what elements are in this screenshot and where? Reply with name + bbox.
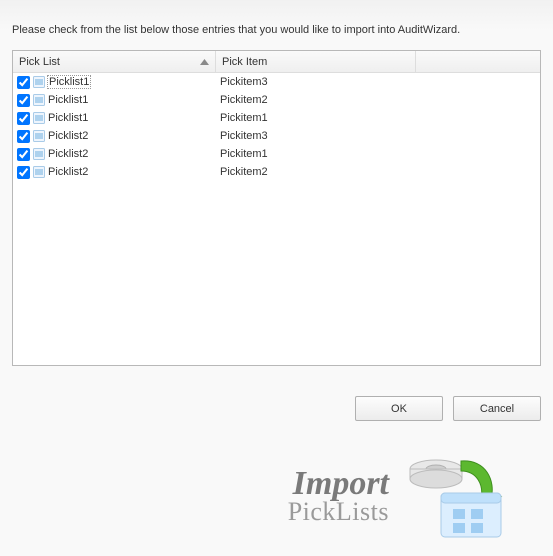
ok-button[interactable]: OK [355,396,443,421]
cell-pickitem: Pickitem2 [216,94,416,106]
picklist-grid: Pick List Pick Item Picklist1Pickitem3Pi… [12,50,541,366]
cancel-button[interactable]: Cancel [453,396,541,421]
row-checkbox[interactable] [17,94,30,107]
picklist-label: Picklist1 [48,94,88,106]
cell-pickitem: Pickitem3 [216,130,416,142]
table-row[interactable]: Picklist1 Pickitem3 [13,73,540,91]
cell-picklist: Picklist2 [17,166,216,179]
footer-title: Import [288,467,389,501]
sort-ascending-icon [200,59,209,65]
picklist-icon [33,76,45,88]
column-header-pickitem-label: Pick Item [222,56,267,68]
footer-subtitle: PickLists [288,499,389,525]
cell-picklist: Picklist2 [17,130,216,143]
picklist-icon [33,148,45,160]
table-row[interactable]: Picklist2 Pickitem1 [13,145,540,163]
picklist-label: Picklist1 [48,112,88,124]
cell-pickitem: Pickitem2 [216,166,416,178]
column-header-pickitem[interactable]: Pick Item [216,51,416,72]
picklist-icon [33,130,45,142]
instruction-text: Please check from the list below those e… [0,0,553,50]
table-row[interactable]: Picklist2 Pickitem2 [13,163,540,181]
table-row[interactable]: Picklist1 Pickitem1 [13,109,540,127]
cell-picklist: Picklist1 [17,112,216,125]
footer-art: Import PickLists [0,436,553,556]
row-checkbox[interactable] [17,76,30,89]
row-checkbox[interactable] [17,148,30,161]
table-row[interactable]: Picklist2 Pickitem3 [13,127,540,145]
table-row[interactable]: Picklist1 Pickitem2 [13,91,540,109]
cell-picklist: Picklist2 [17,148,216,161]
picklist-label: Picklist1 [47,75,91,89]
column-header-picklist-label: Pick List [19,56,60,68]
picklist-label: Picklist2 [48,148,88,160]
row-checkbox[interactable] [17,166,30,179]
dialog-button-row: OK Cancel [355,396,541,421]
row-checkbox[interactable] [17,112,30,125]
picklist-label: Picklist2 [48,130,88,142]
import-graphic-icon [401,451,511,541]
cell-picklist: Picklist1 [17,75,216,89]
grid-header: Pick List Pick Item [13,51,540,73]
cell-pickitem: Pickitem3 [216,76,416,88]
picklist-icon [33,166,45,178]
cell-picklist: Picklist1 [17,94,216,107]
grid-body: Picklist1Pickitem3Picklist1Pickitem2Pick… [13,73,540,365]
cell-pickitem: Pickitem1 [216,112,416,124]
import-picklists-dialog: Please check from the list below those e… [0,0,553,556]
column-header-picklist[interactable]: Pick List [13,51,216,72]
picklist-label: Picklist2 [48,166,88,178]
cell-pickitem: Pickitem1 [216,148,416,160]
footer-text: Import PickLists [288,467,389,525]
picklist-icon [33,94,45,106]
row-checkbox[interactable] [17,130,30,143]
column-header-empty[interactable] [416,51,540,72]
picklist-icon [33,112,45,124]
